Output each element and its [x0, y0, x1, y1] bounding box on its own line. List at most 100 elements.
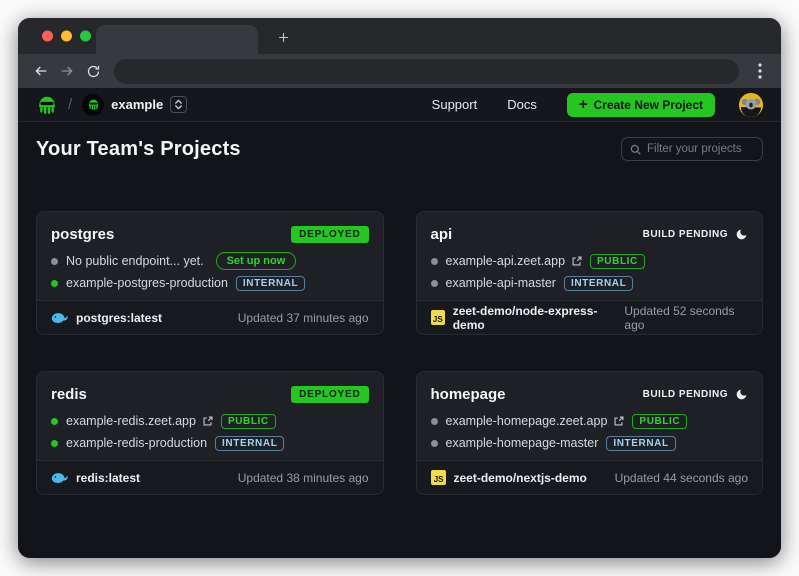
card-footer: JS zeet-demo/nextjs-demo Updated 44 seco…	[417, 460, 763, 494]
external-link-icon[interactable]	[202, 416, 213, 427]
internal-badge: INTERNAL	[236, 276, 305, 291]
endpoint-link[interactable]: example-redis.zeet.app	[66, 414, 196, 428]
address-bar[interactable]	[114, 59, 739, 84]
nav-link-docs[interactable]: Docs	[507, 97, 537, 112]
reload-icon	[86, 64, 101, 79]
create-button-label: Create New Project	[594, 98, 703, 112]
external-link-icon[interactable]	[613, 416, 624, 427]
public-badge: PUBLIC	[590, 254, 645, 269]
javascript-icon: JS	[431, 310, 445, 325]
minimize-window-button[interactable]	[61, 31, 72, 42]
updated-label: Updated 52 seconds ago	[624, 304, 748, 332]
endpoint-row: example-homepage.zeet.app PUBLIC	[431, 410, 749, 432]
close-window-button[interactable]	[42, 31, 53, 42]
plus-icon: +	[579, 97, 588, 112]
deployed-status-badge: DEPLOYED	[291, 386, 368, 403]
koala-avatar-icon	[739, 93, 763, 117]
project-name: redis	[51, 386, 87, 403]
card-footer: JS zeet-demo/node-express-demo Updated 5…	[417, 300, 763, 334]
project-name: homepage	[431, 386, 506, 403]
card-body: redis DEPLOYED example-redis.zeet.app PU…	[37, 372, 383, 460]
internal-badge: INTERNAL	[564, 276, 633, 291]
source-label: postgres:latest	[76, 311, 162, 325]
source-label: zeet-demo/node-express-demo	[453, 304, 617, 332]
maximize-window-button[interactable]	[80, 31, 91, 42]
updated-label: Updated 37 minutes ago	[238, 311, 369, 325]
browser-menu-button[interactable]	[749, 58, 771, 84]
filter-input[interactable]	[647, 143, 754, 155]
endpoint-row: example-api-master INTERNAL	[431, 272, 749, 294]
octopus-icon	[87, 98, 100, 111]
reload-button[interactable]	[80, 58, 106, 84]
project-card-api[interactable]: api BUILD PENDING example-api.zeet.app	[416, 211, 764, 335]
source-label: zeet-demo/nextjs-demo	[454, 471, 587, 485]
kebab-menu-icon	[758, 63, 762, 79]
docker-whale-icon	[51, 311, 68, 324]
endpoint-text: example-api-master	[446, 276, 556, 290]
moon-spinner-icon	[735, 388, 748, 401]
plus-icon	[277, 31, 290, 44]
team-switcher-button[interactable]	[170, 96, 187, 113]
status-dot	[51, 440, 58, 447]
card-footer: postgres:latest Updated 37 minutes ago	[37, 300, 383, 334]
project-card-homepage[interactable]: homepage BUILD PENDING example-homepage.…	[416, 371, 764, 495]
public-badge: PUBLIC	[632, 414, 687, 429]
status-dot	[51, 280, 58, 287]
project-card-redis[interactable]: redis DEPLOYED example-redis.zeet.app PU…	[36, 371, 384, 495]
status-dot	[431, 418, 438, 425]
endpoint-link[interactable]: example-homepage.zeet.app	[446, 414, 608, 428]
card-body: api BUILD PENDING example-api.zeet.app	[417, 212, 763, 300]
endpoint-row: example-redis-production INTERNAL	[51, 432, 369, 454]
filter-field	[621, 137, 763, 161]
new-tab-button[interactable]	[270, 24, 296, 50]
external-link-icon[interactable]	[571, 256, 582, 267]
browser-window: / example Support	[18, 18, 781, 558]
status-dot	[51, 418, 58, 425]
card-title-row: redis DEPLOYED	[51, 382, 369, 406]
card-title-row: homepage BUILD PENDING	[431, 382, 749, 406]
endpoint-link[interactable]: example-api.zeet.app	[446, 254, 566, 268]
user-avatar[interactable]	[739, 93, 763, 117]
page-title: Your Team's Projects	[36, 138, 241, 161]
status-text: BUILD PENDING	[643, 389, 728, 400]
build-pending-status: BUILD PENDING	[643, 388, 748, 401]
moon-spinner-icon	[735, 228, 748, 241]
zeet-logo[interactable]	[36, 94, 58, 116]
traffic-lights	[42, 31, 91, 42]
endpoint-row: example-postgres-production INTERNAL	[51, 272, 369, 294]
docker-whale-icon	[51, 471, 68, 484]
forward-button[interactable]	[54, 58, 80, 84]
deployed-status-badge: DEPLOYED	[291, 226, 368, 243]
breadcrumb-separator: /	[68, 96, 72, 113]
project-card-postgres[interactable]: postgres DEPLOYED No public endpoint... …	[36, 211, 384, 335]
card-body: postgres DEPLOYED No public endpoint... …	[37, 212, 383, 300]
status-text: BUILD PENDING	[643, 229, 728, 240]
team-name: example	[111, 97, 163, 112]
team-avatar[interactable]	[82, 94, 104, 116]
app-header: / example Support	[18, 88, 781, 122]
updated-label: Updated 38 minutes ago	[238, 471, 369, 485]
project-name: postgres	[51, 226, 114, 243]
status-dot	[431, 440, 438, 447]
team-breadcrumb: example	[82, 94, 187, 116]
build-pending-status: BUILD PENDING	[643, 228, 748, 241]
public-badge: PUBLIC	[221, 414, 276, 429]
browser-titlebar	[18, 18, 781, 54]
nav-link-support[interactable]: Support	[432, 97, 478, 112]
endpoint-text: No public endpoint... yet.	[66, 254, 204, 268]
page-head: Your Team's Projects	[36, 137, 763, 161]
zeet-app: / example Support	[18, 88, 781, 558]
back-button[interactable]	[28, 58, 54, 84]
status-dot	[431, 258, 438, 265]
status-dot	[51, 258, 58, 265]
card-title-row: postgres DEPLOYED	[51, 222, 369, 246]
updated-label: Updated 44 seconds ago	[615, 471, 748, 485]
endpoint-row: example-api.zeet.app PUBLIC	[431, 250, 749, 272]
forward-icon	[59, 63, 75, 79]
browser-tab[interactable]	[96, 25, 258, 54]
set-up-now-button[interactable]: Set up now	[216, 252, 297, 270]
javascript-icon: JS	[431, 470, 446, 485]
search-icon	[630, 144, 641, 155]
create-new-project-button[interactable]: + Create New Project	[567, 93, 715, 117]
projects-grid: postgres DEPLOYED No public endpoint... …	[36, 211, 763, 495]
